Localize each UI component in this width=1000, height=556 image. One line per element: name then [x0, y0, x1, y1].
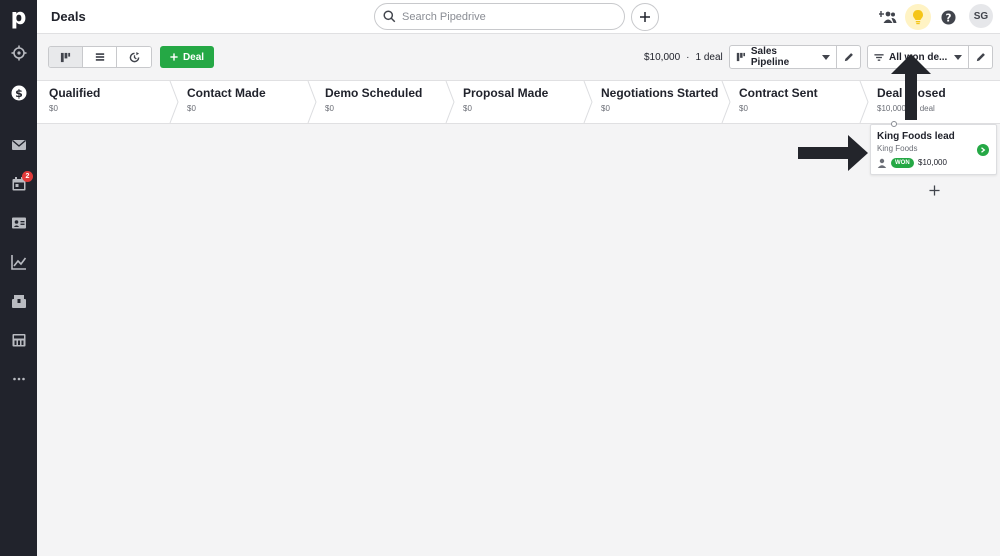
edit-pipeline-button[interactable]	[837, 45, 861, 69]
add-deal-label: Deal	[182, 51, 205, 63]
chevron-down-icon	[822, 54, 830, 60]
stage-sum: $0	[601, 104, 610, 113]
stage-contact-made: Contact Made $0	[175, 81, 313, 123]
pencil-icon	[976, 53, 985, 62]
search-input[interactable]	[402, 10, 602, 23]
stage-sum: $0	[49, 104, 58, 113]
plus-icon	[928, 184, 940, 196]
more-icon	[12, 377, 25, 381]
plus-icon	[640, 12, 650, 22]
stage-contract-sent: Contract Sent $0	[727, 81, 865, 123]
stage-name: Qualified	[49, 86, 101, 100]
target-icon	[11, 45, 26, 61]
list-view-icon	[95, 53, 104, 61]
deal-card[interactable]: King Foods lead King Foods WON $10,000	[870, 124, 997, 175]
pipeline-stages: Qualified $0 Contact Made $0 Demo Schedu…	[37, 80, 1000, 124]
stage-proposal-made: Proposal Made $0	[451, 81, 589, 123]
summary-separator: ·	[686, 52, 690, 63]
top-bar: Deals ? SG	[37, 0, 1000, 34]
stage-name: Contract Sent	[739, 86, 818, 100]
stage-qualified: Qualified $0	[37, 81, 175, 123]
search-box[interactable]	[374, 3, 625, 30]
page-title: Deals	[51, 9, 86, 24]
activities-badge: 2	[22, 171, 33, 182]
next-activity-button[interactable]	[977, 144, 989, 156]
view-switcher	[48, 46, 152, 68]
stage-negotiations-started: Negotiations Started $0	[589, 81, 727, 123]
deal-value: $10,000	[918, 158, 947, 167]
stage-name: Proposal Made	[463, 86, 549, 100]
pipeline-view-button[interactable]	[49, 47, 83, 67]
help-icon: ?	[940, 9, 956, 25]
sidebar-item-products[interactable]	[0, 286, 37, 316]
box-icon	[11, 295, 26, 308]
forecast-view-button[interactable]	[117, 47, 151, 67]
help-button[interactable]: ?	[935, 4, 961, 30]
deal-organization: King Foods	[877, 144, 918, 153]
chevron-down-icon	[954, 54, 962, 60]
chart-icon	[10, 255, 26, 270]
invite-users-button[interactable]	[875, 4, 901, 30]
chevron-right-icon	[981, 147, 986, 153]
contacts-icon	[11, 217, 26, 229]
tips-button[interactable]	[905, 4, 931, 30]
add-users-icon	[879, 11, 897, 23]
pencil-icon	[844, 53, 853, 62]
mail-icon	[11, 139, 26, 150]
lightbulb-icon	[913, 10, 923, 25]
pipeline-view-icon	[60, 52, 71, 62]
edit-filter-button[interactable]	[969, 45, 993, 69]
filter-icon	[874, 53, 884, 61]
stage-sum: $0	[463, 104, 472, 113]
sidebar: p $ 2	[0, 0, 37, 556]
forecast-view-icon	[129, 51, 139, 62]
pipedrive-logo[interactable]: p	[0, 0, 37, 34]
summary-value: $10,000	[644, 52, 681, 63]
plus-icon	[170, 53, 178, 61]
stage-name: Demo Scheduled	[325, 86, 423, 100]
sidebar-item-activities[interactable]: 2	[0, 169, 37, 199]
sidebar-item-deals[interactable]: $	[0, 78, 37, 108]
stage-name: Contact Made	[187, 86, 266, 100]
won-status-badge: WON	[891, 158, 914, 168]
svg-text:?: ?	[945, 12, 951, 24]
user-avatar[interactable]: SG	[969, 4, 993, 28]
annotation-arrow-up-icon	[891, 54, 931, 120]
deals-summary: $10,000 · 1 deal	[644, 52, 723, 63]
pipeline-icon	[736, 52, 746, 62]
annotation-arrow-right-icon	[798, 135, 868, 171]
stage-sum: $0	[187, 104, 196, 113]
sidebar-item-insights[interactable]	[0, 247, 37, 277]
dollar-icon: $	[11, 85, 26, 101]
search-icon	[383, 10, 396, 23]
person-icon	[877, 158, 887, 168]
sidebar-item-mail[interactable]	[0, 130, 37, 160]
sidebar-item-more[interactable]	[0, 364, 37, 394]
svg-text:$: $	[15, 87, 23, 100]
sidebar-item-leads[interactable]	[0, 38, 37, 68]
sidebar-item-contacts[interactable]	[0, 208, 37, 238]
store-icon	[12, 334, 25, 347]
pipeline-select-label: Sales Pipeline	[750, 46, 790, 68]
add-deal-button[interactable]: Deal	[160, 46, 214, 68]
deal-title[interactable]: King Foods lead	[877, 131, 955, 142]
stage-name: Negotiations Started	[601, 86, 719, 100]
list-view-button[interactable]	[83, 47, 117, 67]
stage-sum: $0	[739, 104, 748, 113]
pipeline-select[interactable]: Sales Pipeline	[729, 45, 837, 69]
stage-sum: $0	[325, 104, 334, 113]
summary-count: 1 deal	[695, 52, 723, 63]
quick-add-button[interactable]	[631, 3, 659, 31]
add-deal-to-stage-button[interactable]	[926, 182, 942, 198]
stage-demo-scheduled: Demo Scheduled $0	[313, 81, 451, 123]
sidebar-item-marketplace[interactable]	[0, 325, 37, 355]
deals-toolbar: Deal $10,000 · 1 deal Sales Pipeline All…	[37, 34, 1000, 80]
